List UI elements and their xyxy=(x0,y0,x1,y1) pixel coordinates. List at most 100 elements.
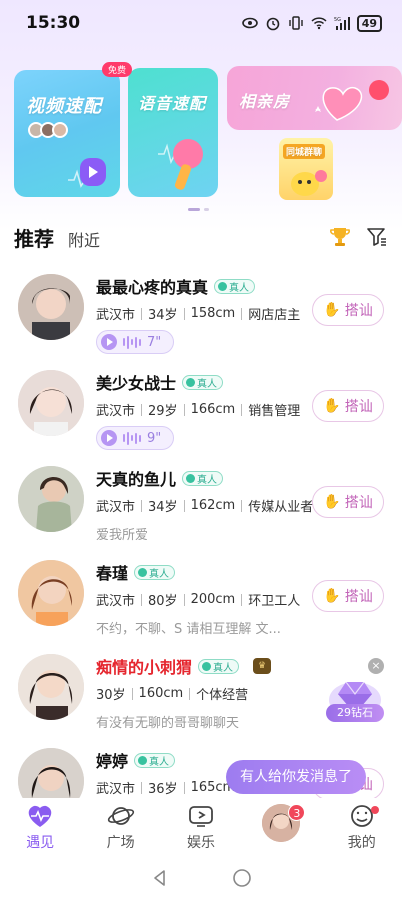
trophy-icon[interactable] xyxy=(328,225,352,249)
user-card[interactable]: 美少女战士 真人 武汉市 29岁 166cm 销售管理 9" ✋ 搭讪 xyxy=(0,358,402,454)
voice-match-title: 语音速配 xyxy=(138,94,207,113)
svg-text:5G: 5G xyxy=(334,17,341,23)
alarm-icon xyxy=(266,17,279,31)
waveform-icon xyxy=(123,431,141,445)
play-icon xyxy=(101,430,117,446)
system-navigation xyxy=(0,856,402,900)
nav-entertainment[interactable]: 娱乐 xyxy=(166,802,236,852)
wave-hand-icon: ✋ xyxy=(323,302,341,318)
mini-avatars xyxy=(28,122,68,138)
user-signature: 爱我所爱 xyxy=(96,528,149,543)
microphone-icon xyxy=(158,139,203,190)
verified-badge: 真人 xyxy=(214,278,256,294)
heart-gift-icon xyxy=(315,80,389,121)
nav-plaza[interactable]: 广场 xyxy=(86,802,156,852)
status-icons: 5G 49 xyxy=(241,14,382,32)
unread-badge: 3 xyxy=(288,804,306,821)
greet-button[interactable]: ✋搭讪 xyxy=(312,390,384,422)
user-signature: 有没有无聊的哥哥聊聊天 xyxy=(96,716,240,731)
wave-hand-icon: ✋ xyxy=(323,588,341,604)
avatar[interactable] xyxy=(18,370,84,436)
user-name: 痴情的小刺猬 xyxy=(96,658,193,677)
user-info: 武汉市 80岁 200cm 环卫工人 xyxy=(96,592,301,609)
close-gift-button[interactable]: × xyxy=(368,658,384,674)
status-time: 15:30 xyxy=(26,13,81,33)
feature-banners: 免费 视频速配 语音速配 相亲房 同城群聊 xyxy=(14,62,402,202)
avatar[interactable] xyxy=(18,654,84,720)
city-group-chat-title: 同城群聊 xyxy=(283,144,326,159)
nav-label: 我的 xyxy=(347,835,376,851)
voice-duration: 9" xyxy=(147,430,162,446)
video-camera-icon xyxy=(68,158,106,188)
user-name-row: 春瑾 真人 xyxy=(96,560,176,584)
user-signature: 不约，不聊、S 请相互理解 文... xyxy=(96,622,281,637)
greet-button[interactable]: ✋搭讪 xyxy=(312,486,384,518)
vibrate-icon xyxy=(288,16,303,30)
voice-duration: 7" xyxy=(147,334,162,350)
free-badge: 免费 xyxy=(102,62,133,77)
verified-check-icon xyxy=(186,377,196,387)
nav-label: 遇见 xyxy=(26,835,55,851)
user-info: 武汉市 36岁 165cm xyxy=(96,780,236,797)
user-name: 天真的鱼儿 xyxy=(96,470,177,489)
user-name: 美少女战士 xyxy=(96,374,177,393)
battery-indicator: 49 xyxy=(356,14,382,32)
user-name-row: 痴情的小刺猬 真人 ♛ xyxy=(96,654,272,678)
back-icon[interactable] xyxy=(150,868,170,888)
nav-messages[interactable]: 3 xyxy=(246,802,316,842)
voice-intro-button[interactable]: 7" xyxy=(96,330,174,354)
verified-badge: 真人 xyxy=(134,564,176,580)
waveform-icon xyxy=(123,335,141,349)
chick-icon xyxy=(291,170,327,196)
bottom-nav: 遇见 广场 娱乐 3 我的 xyxy=(0,798,402,854)
blind-date-room-card[interactable]: 相亲房 xyxy=(227,66,402,130)
new-message-toast[interactable]: 有人给你发消息了 xyxy=(226,760,366,794)
voice-match-card[interactable]: 语音速配 xyxy=(128,68,218,197)
verified-check-icon xyxy=(138,755,148,765)
diamond-gift-icon[interactable] xyxy=(324,666,386,732)
filter-icon[interactable] xyxy=(366,226,388,248)
video-match-title: 视频速配 xyxy=(26,96,102,117)
nav-profile[interactable]: 我的 xyxy=(327,802,397,852)
user-name-row: 美少女战士 真人 xyxy=(96,370,224,394)
user-name-row: 婷婷 真人 xyxy=(96,748,176,772)
city-group-chat-card[interactable]: 同城群聊 xyxy=(279,138,333,200)
user-name: 最最心疼的真真 xyxy=(96,278,209,297)
avatar[interactable] xyxy=(18,274,84,340)
diamond-reward-label[interactable]: 29钻石 xyxy=(326,704,384,722)
wifi-icon xyxy=(311,17,327,30)
verified-check-icon xyxy=(218,281,228,291)
user-card[interactable]: 最最心疼的真真 真人 武汉市 34岁 158cm 网店店主 7" ✋ 搭讪 xyxy=(0,262,402,358)
user-card[interactable]: 春瑾 真人 武汉市 80岁 200cm 环卫工人 不约，不聊、S 请相互理解 文...… xyxy=(0,548,402,644)
play-box-icon xyxy=(186,802,216,830)
video-match-card[interactable]: 视频速配 xyxy=(14,70,120,197)
greet-button[interactable]: ✋搭讪 xyxy=(312,580,384,612)
user-name: 婷婷 xyxy=(96,752,129,771)
verified-badge: 真人 xyxy=(182,374,224,390)
voice-intro-button[interactable]: 9" xyxy=(96,426,174,450)
wave-hand-icon: ✋ xyxy=(323,398,341,414)
tab-actions xyxy=(328,225,388,249)
user-name-row: 最最心疼的真真 真人 xyxy=(96,274,256,298)
signal-icon: 5G xyxy=(334,17,350,30)
blind-date-room-title: 相亲房 xyxy=(239,92,291,111)
greet-button[interactable]: ✋搭讪 xyxy=(312,294,384,326)
nav-meet[interactable]: 遇见 xyxy=(5,802,75,852)
status-bar: 15:30 5G 49 xyxy=(0,0,402,46)
vip-rank-icon: ♛ xyxy=(253,658,272,674)
user-name-row: 天真的鱼儿 真人 xyxy=(96,466,224,490)
verified-check-icon xyxy=(186,473,196,483)
user-card[interactable]: 天真的鱼儿 真人 武汉市 34岁 162cm 传媒从业者 爱我所爱 ✋ 搭讪 xyxy=(0,454,402,550)
home-icon[interactable] xyxy=(232,868,252,888)
avatar[interactable] xyxy=(18,560,84,626)
notification-dot xyxy=(370,806,379,814)
user-info: 武汉市 34岁 162cm 传媒从业者 xyxy=(96,498,314,515)
tab-nearby[interactable]: 附近 xyxy=(68,227,100,251)
tab-recommend[interactable]: 推荐 xyxy=(14,223,54,252)
verified-badge: 真人 xyxy=(182,470,224,486)
verified-check-icon xyxy=(138,567,148,577)
heart-pulse-icon xyxy=(25,802,55,830)
avatar[interactable] xyxy=(18,466,84,532)
nav-label: 广场 xyxy=(106,835,135,851)
verified-badge: 真人 xyxy=(198,658,240,674)
